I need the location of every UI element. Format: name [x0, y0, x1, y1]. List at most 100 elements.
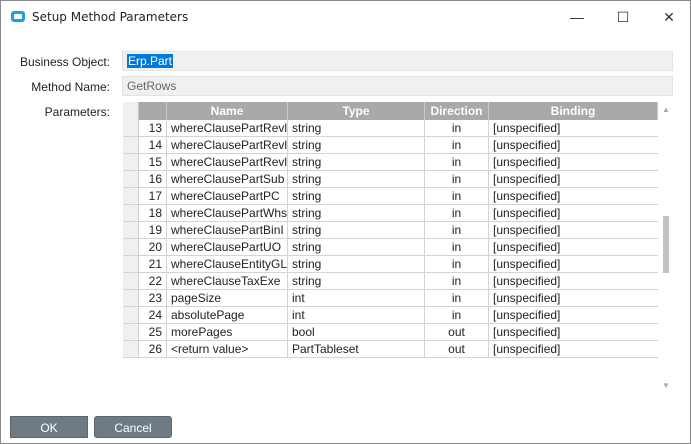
- cancel-button[interactable]: Cancel: [94, 416, 172, 438]
- row-number: 14: [139, 137, 167, 153]
- param-binding[interactable]: [unspecified]: [489, 256, 658, 272]
- param-type: string: [288, 137, 425, 153]
- param-binding[interactable]: [unspecified]: [489, 239, 658, 255]
- param-name: whereClausePartRevl: [167, 137, 288, 153]
- param-type: string: [288, 171, 425, 187]
- param-direction: in: [425, 154, 489, 170]
- row-selector[interactable]: [123, 239, 139, 255]
- param-binding[interactable]: [unspecified]: [489, 120, 658, 136]
- method-name-label: Method Name:: [31, 80, 110, 94]
- param-direction: in: [425, 120, 489, 136]
- header-number: [139, 102, 167, 120]
- param-type: string: [288, 273, 425, 289]
- param-direction: in: [425, 273, 489, 289]
- vertical-scrollbar[interactable]: ▲ ▼: [659, 102, 673, 394]
- row-selector[interactable]: [123, 256, 139, 272]
- row-selector[interactable]: [123, 137, 139, 153]
- row-selector[interactable]: [123, 324, 139, 340]
- row-selector[interactable]: [123, 307, 139, 323]
- row-number: 26: [139, 341, 167, 357]
- row-number: 16: [139, 171, 167, 187]
- app-icon: [11, 11, 25, 22]
- table-row[interactable]: 22 whereClauseTaxExe string in [unspecified]: [123, 273, 658, 290]
- row-selector[interactable]: [123, 154, 139, 170]
- row-number: 23: [139, 290, 167, 306]
- row-selector[interactable]: [123, 120, 139, 136]
- table-row[interactable]: 15 whereClausePartRevl string in [unspecifie…: [123, 154, 658, 171]
- scroll-thumb[interactable]: [663, 216, 669, 273]
- row-selector[interactable]: [123, 205, 139, 221]
- row-selector[interactable]: [123, 341, 139, 357]
- window-title: Setup Method Parameters: [32, 10, 189, 24]
- row-selector[interactable]: [123, 222, 139, 238]
- param-binding[interactable]: [unspecified]: [489, 222, 658, 238]
- maximize-button[interactable]: ☐: [600, 1, 646, 33]
- table-row[interactable]: 24 absolutePage int in [unspecified]: [123, 307, 658, 324]
- table-row[interactable]: 23 pageSize int in [unspecified]: [123, 290, 658, 307]
- param-binding[interactable]: [unspecified]: [489, 273, 658, 289]
- close-button[interactable]: ✕: [646, 1, 691, 33]
- param-direction: out: [425, 341, 489, 357]
- param-binding[interactable]: [unspecified]: [489, 324, 658, 340]
- method-name-field[interactable]: GetRows: [122, 76, 673, 96]
- param-type: int: [288, 307, 425, 323]
- table-row[interactable]: 21 whereClauseEntityGL string in [unspecifie…: [123, 256, 658, 273]
- param-name: whereClausePartWhs: [167, 205, 288, 221]
- param-name: whereClausePartBinI: [167, 222, 288, 238]
- param-binding[interactable]: [unspecified]: [489, 188, 658, 204]
- table-row[interactable]: 13 whereClausePartRevl string in [unspecifie…: [123, 120, 658, 137]
- param-direction: in: [425, 188, 489, 204]
- ok-button[interactable]: OK: [10, 416, 88, 438]
- row-selector[interactable]: [123, 273, 139, 289]
- param-direction: in: [425, 137, 489, 153]
- header-name[interactable]: Name: [167, 102, 288, 120]
- grid-header: Name Type Direction Binding: [123, 102, 658, 120]
- param-name: whereClausePartSub: [167, 171, 288, 187]
- param-type: int: [288, 290, 425, 306]
- row-number: 18: [139, 205, 167, 221]
- param-direction: in: [425, 205, 489, 221]
- scroll-down-icon[interactable]: ▼: [662, 381, 670, 390]
- param-binding[interactable]: [unspecified]: [489, 137, 658, 153]
- scroll-up-icon[interactable]: ▲: [662, 105, 670, 114]
- row-number: 21: [139, 256, 167, 272]
- table-row[interactable]: 25 morePages bool out [unspecified]: [123, 324, 658, 341]
- business-object-field[interactable]: Erp.Part: [122, 51, 673, 71]
- table-row[interactable]: 18 whereClausePartWhs string in [unspecified…: [123, 205, 658, 222]
- row-number: 17: [139, 188, 167, 204]
- table-row[interactable]: 17 whereClausePartPC string in [unspecified]: [123, 188, 658, 205]
- param-direction: in: [425, 307, 489, 323]
- header-binding[interactable]: Binding: [489, 102, 658, 120]
- param-type: string: [288, 188, 425, 204]
- param-name: whereClausePartPC: [167, 188, 288, 204]
- param-type: string: [288, 154, 425, 170]
- row-selector[interactable]: [123, 188, 139, 204]
- param-name: <return value>: [167, 341, 288, 357]
- header-direction[interactable]: Direction: [425, 102, 489, 120]
- minimize-button[interactable]: —: [554, 1, 600, 33]
- table-row[interactable]: 20 whereClausePartUO string in [unspecified]: [123, 239, 658, 256]
- table-row[interactable]: 26 <return value> PartTableset out [unspecif…: [123, 341, 658, 358]
- table-row[interactable]: 19 whereClausePartBinI string in [unspecifie…: [123, 222, 658, 239]
- param-binding[interactable]: [unspecified]: [489, 171, 658, 187]
- param-binding[interactable]: [unspecified]: [489, 205, 658, 221]
- param-type: string: [288, 256, 425, 272]
- param-direction: in: [425, 290, 489, 306]
- row-selector[interactable]: [123, 171, 139, 187]
- param-type: bool: [288, 324, 425, 340]
- param-type: string: [288, 120, 425, 136]
- param-name: morePages: [167, 324, 288, 340]
- param-binding[interactable]: [unspecified]: [489, 307, 658, 323]
- row-selector[interactable]: [123, 290, 139, 306]
- param-name: whereClausePartRevl: [167, 154, 288, 170]
- table-row[interactable]: 14 whereClausePartRevl string in [unspecifie…: [123, 137, 658, 154]
- param-name: pageSize: [167, 290, 288, 306]
- header-type[interactable]: Type: [288, 102, 425, 120]
- param-binding[interactable]: [unspecified]: [489, 154, 658, 170]
- row-number: 13: [139, 120, 167, 136]
- param-binding[interactable]: [unspecified]: [489, 290, 658, 306]
- table-row[interactable]: 16 whereClausePartSub string in [unspecified…: [123, 171, 658, 188]
- param-direction: in: [425, 256, 489, 272]
- param-binding[interactable]: [unspecified]: [489, 341, 658, 357]
- business-object-value: Erp.Part: [127, 54, 174, 68]
